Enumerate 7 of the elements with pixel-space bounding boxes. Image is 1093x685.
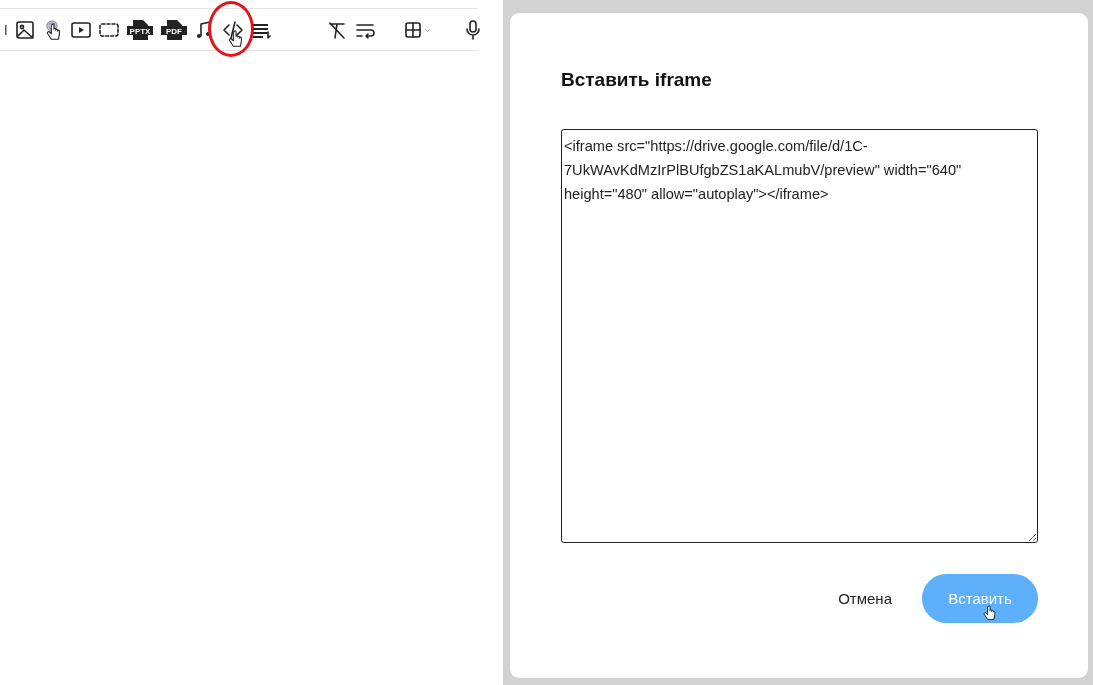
embed-code-field[interactable]: <iframe src="https://drive.google.com/file/d/1C-7UkWAvKdMzIrPlBUfgbZS1aKALmubV/preview" width="640" height="480" allow="autoplay"></iframe> <box>561 129 1038 543</box>
cancel-button[interactable]: Отмена <box>832 589 898 608</box>
code-icon[interactable] <box>222 18 244 41</box>
image-icon[interactable] <box>14 18 36 41</box>
dialog-title: Вставить iframe <box>561 69 713 91</box>
hand-cursor-icon <box>227 28 245 49</box>
hand-cursor-icon <box>982 604 998 622</box>
